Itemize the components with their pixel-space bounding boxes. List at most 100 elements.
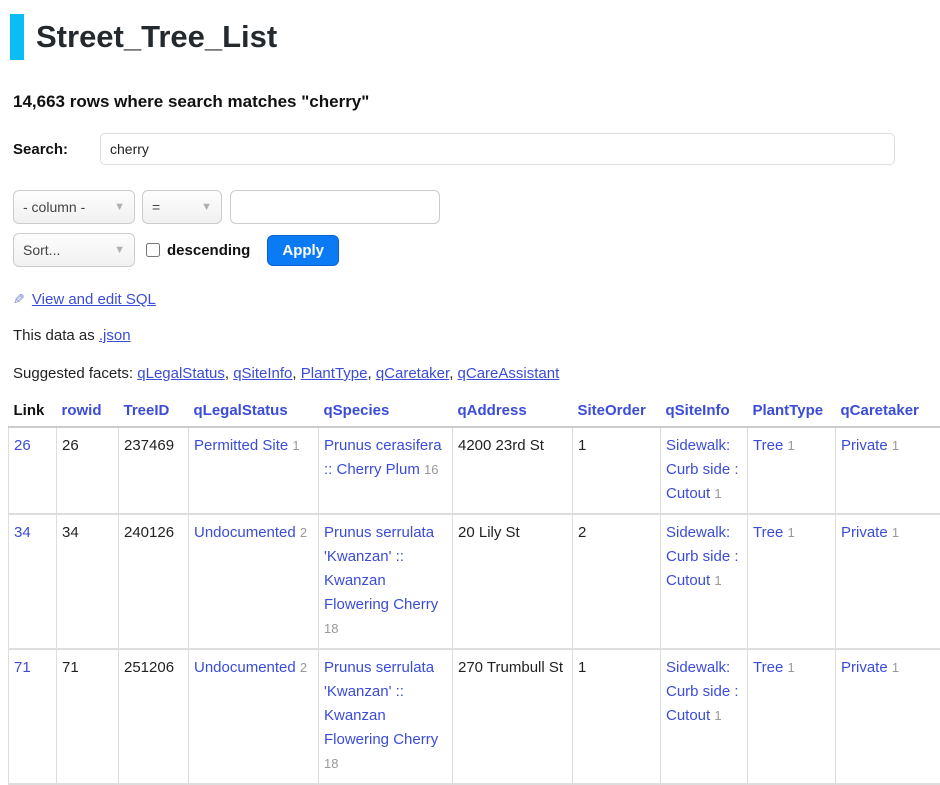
row-link[interactable]: 34 [14,524,31,541]
column-header-qspecies[interactable]: qSpecies [319,398,453,427]
cell-address: 20 Lily St [453,514,573,649]
facet-count: 16 [424,462,438,477]
descending-label: descending [167,242,250,259]
descending-checkbox[interactable] [146,243,160,257]
row-link[interactable]: 71 [14,659,31,676]
cell-rowid: 34 [57,514,119,649]
filter-column-select[interactable]: - column - ▼ [13,190,135,224]
cell-site-order: 1 [573,427,661,514]
legal-status-link[interactable]: Undocumented [194,524,296,541]
search-input[interactable] [100,133,895,165]
search-row: Search: [13,133,927,165]
cell-site-info: Sidewalk: Curb side : Cutout 1 [661,514,748,649]
site-info-link[interactable]: Sidewalk: Curb side : Cutout [666,524,739,589]
cell-species: Prunus serrulata 'Kwanzan' :: Kwanzan Fl… [319,514,453,649]
species-link[interactable]: Prunus serrulata 'Kwanzan' :: Kwanzan Fl… [324,524,438,613]
table-row: 34 34 240126 Undocumented 2 Prunus serru… [9,514,940,649]
column-header-planttype[interactable]: PlantType [748,398,836,427]
facet-count: 1 [787,660,794,675]
filter-row: - column - ▼ = ▼ [13,190,927,224]
facet-count: 1 [892,438,899,453]
sql-line: ✎ View and edit SQL [13,291,927,308]
cell-treeid: 240126 [119,514,189,649]
column-header-qcaretaker[interactable]: qCaretaker [836,398,940,427]
facet-list: qLegalStatus, qSiteInfo, PlantType, qCar… [137,365,559,382]
results-table: Link rowid TreeID qLegalStatus qSpecies … [8,398,940,785]
row-link[interactable]: 26 [14,437,31,454]
site-info-link[interactable]: Sidewalk: Curb side : Cutout [666,437,739,502]
column-header-treeid[interactable]: TreeID [119,398,189,427]
table-row: 26 26 237469 Permitted Site 1 Prunus cer… [9,427,940,514]
cell-plant-type: Tree 1 [748,514,836,649]
cell-caretaker: Private 1 [836,427,940,514]
filter-operator-select[interactable]: = ▼ [142,190,222,224]
view-edit-sql-link[interactable]: View and edit SQL [32,291,156,308]
table-header-row: Link rowid TreeID qLegalStatus qSpecies … [9,398,940,427]
facet-count: 1 [787,525,794,540]
apply-button[interactable]: Apply [267,235,339,266]
legal-status-link[interactable]: Permitted Site [194,437,288,454]
caretaker-link[interactable]: Private [841,524,888,541]
facet-link-qCareAssistant[interactable]: qCareAssistant [458,365,560,382]
cell-rowid: 26 [57,427,119,514]
column-header-link: Link [9,398,57,427]
facet-count: 2 [300,525,307,540]
facet-count: 1 [714,573,721,588]
cell-caretaker: Private 1 [836,514,940,649]
facet-link-qLegalStatus[interactable]: qLegalStatus [137,365,225,382]
data-export-prefix: This data as [13,327,95,344]
facet-link-qSiteInfo[interactable]: qSiteInfo [233,365,292,382]
facet-link-PlantType[interactable]: PlantType [301,365,368,382]
plant-type-link[interactable]: Tree [753,524,783,541]
facet-count: 18 [324,621,338,636]
suggested-facets-label: Suggested facets: [13,365,133,382]
facet-count: 1 [787,438,794,453]
search-label: Search: [13,141,100,158]
cell-plant-type: Tree 1 [748,427,836,514]
pencil-icon: ✎ [13,291,25,308]
filter-value-input[interactable] [230,190,440,224]
page-title: Street_Tree_List [36,19,277,55]
cell-link: 34 [9,514,57,649]
facet-count: 1 [892,525,899,540]
plant-type-link[interactable]: Tree [753,659,783,676]
column-header-qlegalstatus[interactable]: qLegalStatus [189,398,319,427]
column-header-siteorder[interactable]: SiteOrder [573,398,661,427]
facet-count: 1 [714,708,721,723]
sort-select[interactable]: Sort... ▼ [13,233,135,267]
site-info-link[interactable]: Sidewalk: Curb side : Cutout [666,659,739,724]
cell-species: Prunus cerasifera :: Cherry Plum 16 [319,427,453,514]
masthead: Street_Tree_List [10,14,927,60]
species-link[interactable]: Prunus serrulata 'Kwanzan' :: Kwanzan Fl… [324,659,438,748]
facet-count: 1 [292,438,299,453]
chevron-down-icon: ▼ [201,201,212,213]
cell-treeid: 237469 [119,427,189,514]
cell-link: 26 [9,427,57,514]
page: Street_Tree_List 14,663 rows where searc… [0,0,940,785]
accent-bar [10,14,24,60]
json-export-link[interactable]: .json [99,327,131,344]
column-header-qsiteinfo[interactable]: qSiteInfo [661,398,748,427]
column-header-rowid[interactable]: rowid [57,398,119,427]
column-header-qaddress[interactable]: qAddress [453,398,573,427]
data-export-line: This data as .json [13,327,927,344]
cell-legal-status: Permitted Site 1 [189,427,319,514]
filter-column-value: - column - [23,199,85,215]
chevron-down-icon: ▼ [114,201,125,213]
caretaker-link[interactable]: Private [841,659,888,676]
facet-count: 1 [892,660,899,675]
chevron-down-icon: ▼ [114,244,125,256]
cell-address: 4200 23rd St [453,427,573,514]
facet-count: 2 [300,660,307,675]
caretaker-link[interactable]: Private [841,437,888,454]
cell-site-order: 2 [573,514,661,649]
facet-link-qCaretaker[interactable]: qCaretaker [376,365,449,382]
legal-status-link[interactable]: Undocumented [194,659,296,676]
filter-operator-value: = [152,199,160,215]
suggested-facets-line: Suggested facets: qLegalStatus, qSiteInf… [13,365,927,382]
sort-row: Sort... ▼ descending Apply [13,233,927,267]
plant-type-link[interactable]: Tree [753,437,783,454]
facet-count: 1 [714,486,721,501]
cell-site-info: Sidewalk: Curb side : Cutout 1 [661,427,748,514]
cell-legal-status: Undocumented 2 [189,514,319,649]
